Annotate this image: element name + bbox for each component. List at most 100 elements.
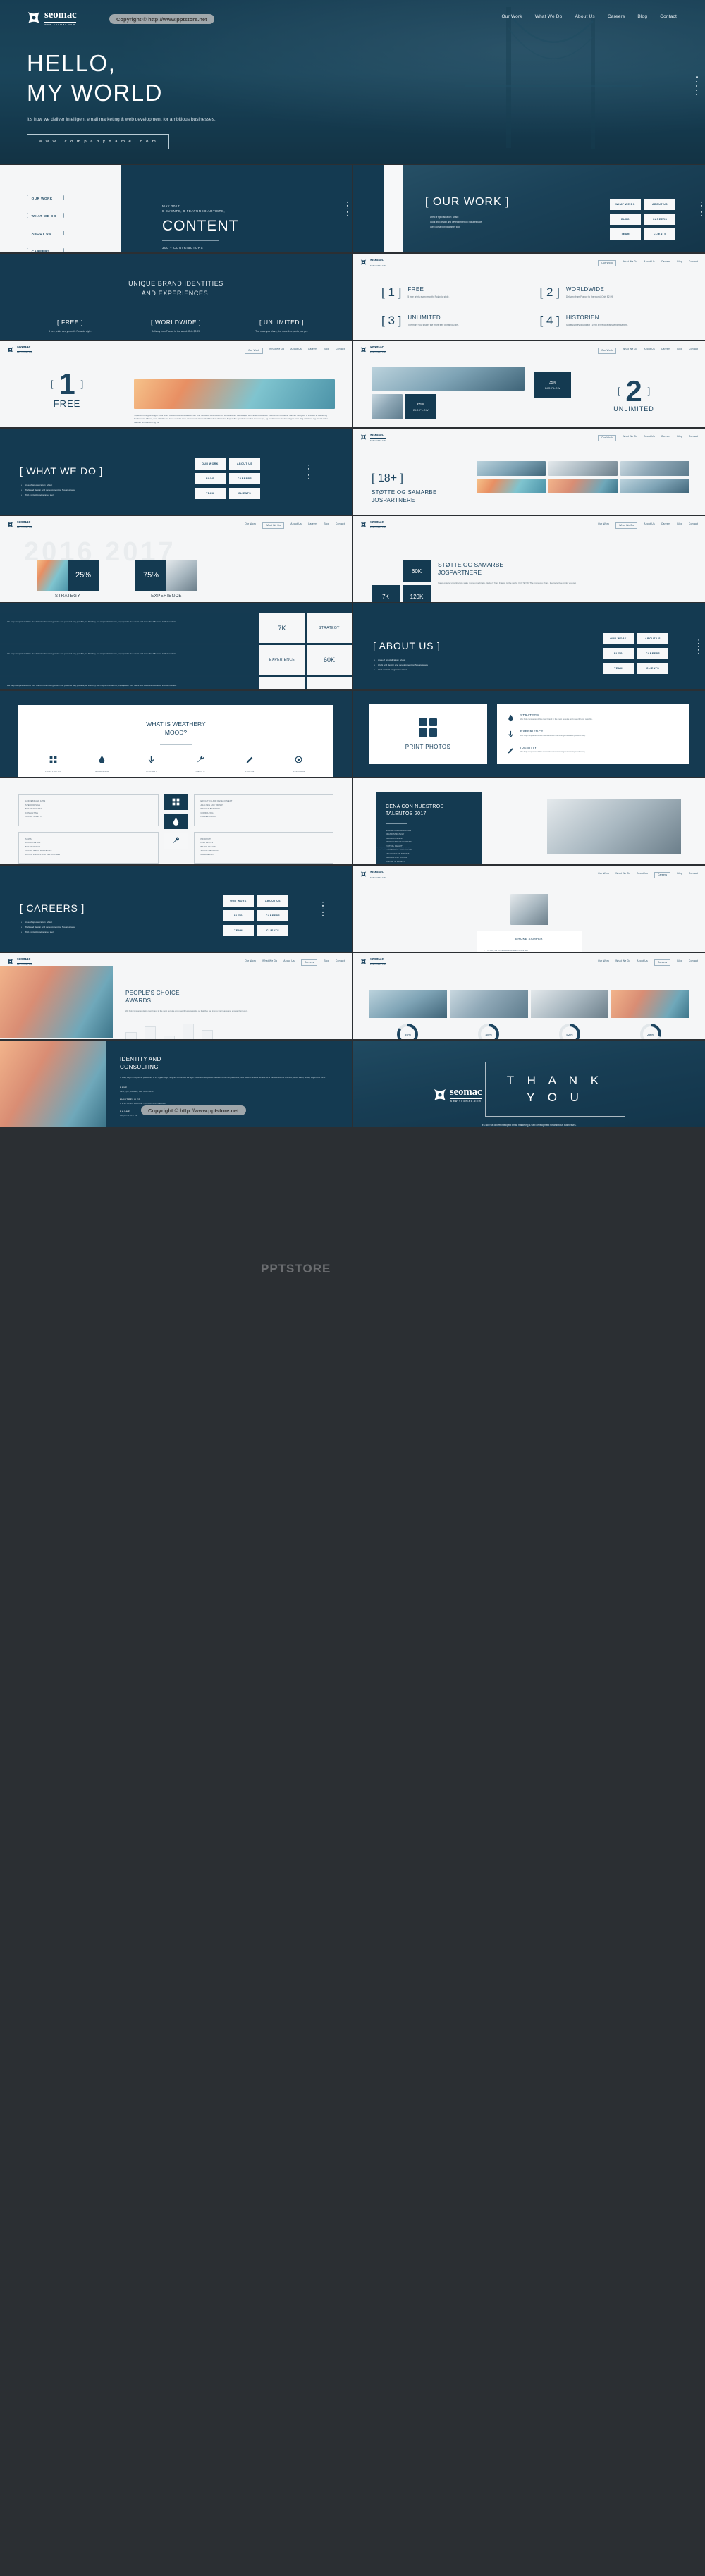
nav-item-our-work[interactable]: Our Work bbox=[501, 14, 522, 19]
nav-item-blog[interactable]: Blog bbox=[677, 260, 682, 266]
nav-item-contact[interactable]: Contact bbox=[689, 435, 698, 441]
brand-logo[interactable]: seomac www.seomac.com bbox=[360, 869, 386, 878]
slide-nav[interactable]: Our Work What We Do About Us Careers Blo… bbox=[245, 958, 345, 966]
nav-item-about-us[interactable]: About Us bbox=[644, 435, 655, 441]
nav-item-careers[interactable]: Careers bbox=[661, 348, 670, 354]
what-we-do-buttons[interactable]: OUR WORK ABOUT US BLOG CAREERS TEAM CLIE… bbox=[195, 458, 260, 499]
menu-item-what-we-do[interactable]: [ WHAT WE DO ] bbox=[27, 214, 121, 218]
nav-item-careers[interactable]: Careers bbox=[654, 871, 671, 878]
nav-item-about-us[interactable]: About Us bbox=[575, 14, 595, 19]
nav-item-careers[interactable]: Careers bbox=[661, 522, 670, 529]
nav-item-what-we-do[interactable]: What We Do bbox=[615, 959, 630, 966]
slide-years-stats[interactable]: seomac www.seomac.com Our Work What We D… bbox=[0, 516, 352, 602]
nav-item-contact[interactable]: Contact bbox=[689, 260, 698, 266]
brand-logo[interactable]: seomac www.seomac.com bbox=[360, 257, 386, 266]
button-our-work[interactable]: OUR WORK bbox=[223, 895, 254, 907]
slide-nav[interactable]: Our Work What We Do About Us Careers Blo… bbox=[598, 346, 698, 354]
slide-nav[interactable]: Our Work What We Do About Us Careers Blo… bbox=[245, 521, 345, 529]
main-nav[interactable]: Our Work What We Do About Us Careers Blo… bbox=[501, 10, 677, 19]
slide-thank-you[interactable]: seomac www.seomac.com T H A N K Y O U It… bbox=[353, 1041, 705, 1127]
slide-nav[interactable]: Our Work What We Do About Us Careers Blo… bbox=[598, 521, 698, 529]
nav-item-careers[interactable]: Careers bbox=[654, 959, 671, 966]
nav-item-careers[interactable]: Careers bbox=[608, 14, 625, 19]
nav-item-about-us[interactable]: About Us bbox=[644, 260, 655, 266]
brand-logo[interactable]: seomac www.seomac.com bbox=[7, 345, 33, 354]
nav-item-about-us[interactable]: About Us bbox=[637, 872, 648, 878]
weathery-icon-cell[interactable]: PROFILE bbox=[231, 755, 269, 773]
weathery-icon-cell[interactable]: STRATEGY bbox=[133, 755, 171, 773]
slide-numbered-features[interactable]: seomac www.seomac.com Our Work What We D… bbox=[353, 254, 705, 340]
nav-item-blog[interactable]: Blog bbox=[677, 435, 682, 441]
nav-item-what-we-do[interactable]: What We Do bbox=[615, 872, 630, 878]
hero-url-button[interactable]: w w w . c o m p a n y n a m e . c o m bbox=[27, 133, 169, 149]
slide-weathery-mood[interactable]: WHAT IS WEATHERY MOOD? PRINT PHOTOS EXPE… bbox=[0, 691, 352, 777]
nav-item-blog[interactable]: Blog bbox=[324, 959, 329, 966]
nav-item-what-we-do[interactable]: What We Do bbox=[262, 959, 277, 966]
button-blog[interactable]: BLOG bbox=[603, 648, 634, 659]
button-careers[interactable]: CAREERS bbox=[637, 648, 668, 659]
about-us-buttons[interactable]: OUR WORK ABOUT US BLOG CAREERS TEAM CLIE… bbox=[603, 633, 668, 674]
nav-item-our-work[interactable]: Our Work bbox=[598, 872, 609, 878]
nav-item-blog[interactable]: Blog bbox=[324, 348, 329, 354]
nav-item-blog[interactable]: Blog bbox=[677, 872, 682, 878]
nav-item-our-work[interactable]: Our Work bbox=[245, 959, 256, 966]
button-team[interactable]: TEAM bbox=[195, 488, 226, 499]
slide-profile[interactable]: seomac www.seomac.com Our Work What We D… bbox=[353, 866, 705, 952]
weathery-icon-cell[interactable]: EXPERIENCE bbox=[83, 755, 121, 773]
nav-item-careers[interactable]: Careers bbox=[661, 435, 670, 441]
nav-item-blog[interactable]: Blog bbox=[324, 522, 329, 529]
brand-logo[interactable]: seomac www.seomac.com bbox=[360, 345, 386, 354]
button-team[interactable]: TEAM bbox=[603, 663, 634, 674]
slide-dots[interactable] bbox=[701, 200, 702, 218]
slide-cena[interactable]: CENA CON NUESTROS TALENTOS 2017 MARKETIN… bbox=[353, 778, 705, 864]
button-about-us[interactable]: ABOUT US bbox=[257, 895, 288, 907]
button-about-us[interactable]: ABOUT US bbox=[644, 199, 675, 210]
button-clients[interactable]: CLIENTS bbox=[229, 488, 260, 499]
nav-item-our-work[interactable]: Our Work bbox=[598, 959, 609, 966]
button-careers[interactable]: CAREERS bbox=[229, 473, 260, 484]
nav-item-our-work[interactable]: Our Work bbox=[245, 347, 264, 354]
nav-item-our-work[interactable]: Our Work bbox=[598, 434, 617, 441]
brand-logo[interactable]: seomac www.seomac.com bbox=[360, 520, 386, 529]
nav-item-blog[interactable]: Blog bbox=[677, 348, 682, 354]
nav-item-contact[interactable]: Contact bbox=[336, 348, 345, 354]
nav-item-our-work[interactable]: Our Work bbox=[245, 522, 256, 529]
slide-dots[interactable] bbox=[347, 200, 348, 218]
hero-slide-dots[interactable] bbox=[696, 73, 698, 98]
button-blog[interactable]: BLOG bbox=[223, 910, 254, 921]
nav-item-careers[interactable]: Careers bbox=[300, 959, 318, 966]
nav-item-what-we-do[interactable]: What We Do bbox=[623, 435, 637, 441]
button-clients[interactable]: CLIENTS bbox=[644, 228, 675, 240]
nav-item-about-us[interactable]: About Us bbox=[637, 959, 648, 966]
slide-dots[interactable] bbox=[698, 637, 699, 656]
button-team[interactable]: TEAM bbox=[223, 925, 254, 936]
menu-item-careers[interactable]: [ CAREERS ] bbox=[27, 249, 121, 252]
slide-what-we-do[interactable]: [ WHAT WE DO ] Area of specialization: M… bbox=[0, 429, 352, 515]
weathery-icon-cell[interactable]: IDENTITY bbox=[181, 755, 219, 773]
brand-logo[interactable]: seomac www.seomac.com bbox=[27, 10, 77, 26]
nav-item-careers[interactable]: Careers bbox=[308, 522, 317, 529]
slide-mosaic-stats[interactable]: We help companies define their brand in … bbox=[0, 603, 352, 689]
nav-item-about-us[interactable]: About Us bbox=[644, 348, 655, 354]
slide-k-stats[interactable]: seomac www.seomac.com Our Work What We D… bbox=[353, 516, 705, 602]
slide-menu-list[interactable]: [ OUR WORK ] [ WHAT WE DO ] [ ABOUT US ] bbox=[0, 165, 121, 252]
slide-nav[interactable]: Our Work What We Do About Us Careers Blo… bbox=[598, 259, 698, 266]
brand-logo[interactable]: seomac www.seomac.com bbox=[433, 1086, 482, 1103]
slide-dots[interactable] bbox=[322, 900, 324, 918]
slide-print-photos[interactable]: PRINT PHOTOS STRATEGY We help companies d… bbox=[353, 691, 705, 777]
nav-item-what-we-do[interactable]: What We Do bbox=[269, 348, 284, 354]
nav-item-our-work[interactable]: Our Work bbox=[598, 259, 617, 266]
slide-careers[interactable]: [ CAREERS ] Area of specialization: Musi… bbox=[0, 866, 352, 952]
nav-item-careers[interactable]: Careers bbox=[308, 348, 317, 354]
nav-item-blog[interactable]: Blog bbox=[637, 14, 647, 19]
button-about-us[interactable]: ABOUT US bbox=[229, 458, 260, 470]
nav-item-contact[interactable]: Contact bbox=[336, 522, 345, 529]
slide-nav[interactable]: Our Work What We Do About Us Careers Blo… bbox=[598, 958, 698, 966]
nav-item-about-us[interactable]: About Us bbox=[290, 348, 302, 354]
slide-nav[interactable]: Our Work What We Do About Us Careers Blo… bbox=[245, 346, 345, 354]
slide-unique-brand[interactable]: UNIQUE BRAND IDENTITIES AND EXPERIENCES.… bbox=[0, 254, 352, 340]
menu-item-about-us[interactable]: [ ABOUT US ] bbox=[27, 231, 121, 235]
brand-logo[interactable]: seomac www.seomac.com bbox=[360, 957, 386, 966]
nav-item-blog[interactable]: Blog bbox=[677, 522, 682, 529]
menu-item-our-work[interactable]: [ OUR WORK ] bbox=[27, 196, 121, 200]
